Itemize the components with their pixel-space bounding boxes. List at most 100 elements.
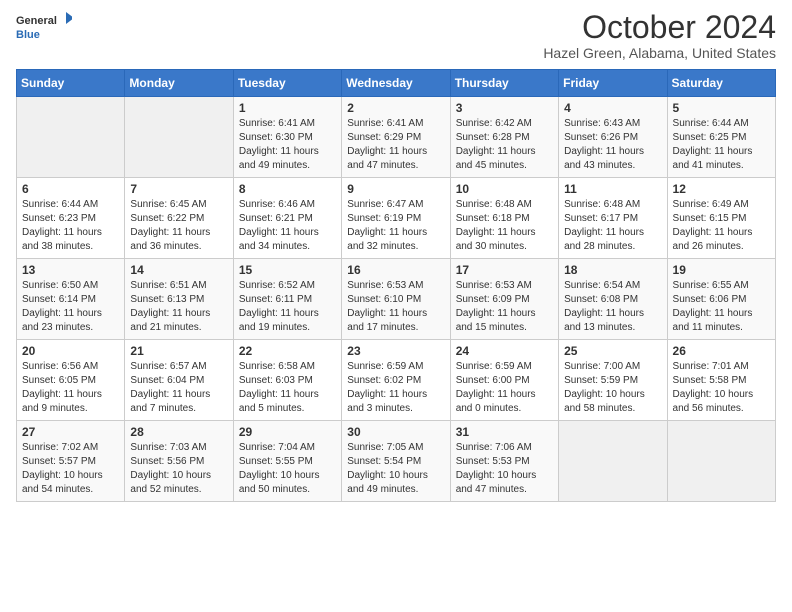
cell-line: Sunrise: 6:47 AM xyxy=(347,198,444,212)
cell-line: Daylight: 11 hours and 13 minutes. xyxy=(564,307,661,335)
col-sunday: Sunday xyxy=(17,70,125,97)
cell-line: Sunrise: 6:53 AM xyxy=(456,279,553,293)
calendar-cell: 24Sunrise: 6:59 AMSunset: 6:00 PMDayligh… xyxy=(450,340,558,421)
cell-line: Sunset: 5:54 PM xyxy=(347,455,444,469)
cell-line: Sunrise: 6:56 AM xyxy=(22,360,119,374)
cell-line: Sunset: 6:03 PM xyxy=(239,374,336,388)
day-number: 2 xyxy=(347,101,444,115)
cell-line: Daylight: 10 hours and 56 minutes. xyxy=(673,388,770,416)
col-friday: Friday xyxy=(559,70,667,97)
main-title: October 2024 xyxy=(543,10,776,45)
calendar-header-row: Sunday Monday Tuesday Wednesday Thursday… xyxy=(17,70,776,97)
cell-line: Sunrise: 6:48 AM xyxy=(564,198,661,212)
day-number: 20 xyxy=(22,344,119,358)
cell-line: Sunset: 5:59 PM xyxy=(564,374,661,388)
calendar-cell: 30Sunrise: 7:05 AMSunset: 5:54 PMDayligh… xyxy=(342,421,450,502)
day-number: 30 xyxy=(347,425,444,439)
cell-line: Sunset: 5:55 PM xyxy=(239,455,336,469)
cell-line: Daylight: 11 hours and 9 minutes. xyxy=(22,388,119,416)
day-number: 16 xyxy=(347,263,444,277)
cell-line: Daylight: 11 hours and 19 minutes. xyxy=(239,307,336,335)
day-number: 15 xyxy=(239,263,336,277)
day-number: 14 xyxy=(130,263,227,277)
day-number: 1 xyxy=(239,101,336,115)
cell-line: Sunset: 6:22 PM xyxy=(130,212,227,226)
cell-line: Daylight: 11 hours and 11 minutes. xyxy=(673,307,770,335)
day-number: 27 xyxy=(22,425,119,439)
cell-line: Sunset: 5:58 PM xyxy=(673,374,770,388)
cell-line: Sunset: 6:11 PM xyxy=(239,293,336,307)
cell-line: Sunset: 6:09 PM xyxy=(456,293,553,307)
logo-svg: General Blue xyxy=(16,10,72,46)
svg-text:Blue: Blue xyxy=(16,29,40,41)
cell-line: Daylight: 11 hours and 34 minutes. xyxy=(239,226,336,254)
calendar-week-3: 13Sunrise: 6:50 AMSunset: 6:14 PMDayligh… xyxy=(17,259,776,340)
day-number: 13 xyxy=(22,263,119,277)
day-number: 25 xyxy=(564,344,661,358)
day-number: 12 xyxy=(673,182,770,196)
cell-line: Daylight: 10 hours and 47 minutes. xyxy=(456,469,553,497)
cell-line: Daylight: 11 hours and 32 minutes. xyxy=(347,226,444,254)
day-number: 11 xyxy=(564,182,661,196)
cell-line: Daylight: 10 hours and 52 minutes. xyxy=(130,469,227,497)
day-number: 26 xyxy=(673,344,770,358)
day-number: 22 xyxy=(239,344,336,358)
calendar-week-4: 20Sunrise: 6:56 AMSunset: 6:05 PMDayligh… xyxy=(17,340,776,421)
cell-line: Daylight: 11 hours and 28 minutes. xyxy=(564,226,661,254)
cell-line: Daylight: 11 hours and 30 minutes. xyxy=(456,226,553,254)
cell-line: Sunrise: 6:52 AM xyxy=(239,279,336,293)
calendar-cell: 13Sunrise: 6:50 AMSunset: 6:14 PMDayligh… xyxy=(17,259,125,340)
cell-line: Daylight: 11 hours and 41 minutes. xyxy=(673,145,770,173)
day-number: 5 xyxy=(673,101,770,115)
cell-line: Daylight: 11 hours and 21 minutes. xyxy=(130,307,227,335)
cell-line: Sunset: 6:23 PM xyxy=(22,212,119,226)
cell-line: Sunrise: 6:57 AM xyxy=(130,360,227,374)
cell-line: Sunrise: 6:43 AM xyxy=(564,117,661,131)
calendar-cell: 6Sunrise: 6:44 AMSunset: 6:23 PMDaylight… xyxy=(17,178,125,259)
cell-line: Sunset: 6:19 PM xyxy=(347,212,444,226)
cell-line: Daylight: 11 hours and 3 minutes. xyxy=(347,388,444,416)
calendar-cell xyxy=(559,421,667,502)
cell-line: Sunrise: 7:02 AM xyxy=(22,441,119,455)
cell-line: Sunrise: 7:05 AM xyxy=(347,441,444,455)
subtitle: Hazel Green, Alabama, United States xyxy=(543,45,776,61)
col-wednesday: Wednesday xyxy=(342,70,450,97)
calendar-cell: 28Sunrise: 7:03 AMSunset: 5:56 PMDayligh… xyxy=(125,421,233,502)
day-number: 10 xyxy=(456,182,553,196)
calendar-cell xyxy=(17,97,125,178)
cell-line: Sunset: 6:30 PM xyxy=(239,131,336,145)
calendar-cell: 27Sunrise: 7:02 AMSunset: 5:57 PMDayligh… xyxy=(17,421,125,502)
calendar-cell: 17Sunrise: 6:53 AMSunset: 6:09 PMDayligh… xyxy=(450,259,558,340)
calendar-cell: 10Sunrise: 6:48 AMSunset: 6:18 PMDayligh… xyxy=(450,178,558,259)
calendar-cell: 11Sunrise: 6:48 AMSunset: 6:17 PMDayligh… xyxy=(559,178,667,259)
cell-line: Daylight: 11 hours and 0 minutes. xyxy=(456,388,553,416)
cell-line: Daylight: 11 hours and 43 minutes. xyxy=(564,145,661,173)
day-number: 31 xyxy=(456,425,553,439)
cell-line: Sunrise: 7:03 AM xyxy=(130,441,227,455)
logo: General Blue xyxy=(16,10,72,46)
cell-line: Sunrise: 7:06 AM xyxy=(456,441,553,455)
title-block: October 2024 Hazel Green, Alabama, Unite… xyxy=(543,10,776,61)
cell-line: Sunset: 6:25 PM xyxy=(673,131,770,145)
calendar-cell: 19Sunrise: 6:55 AMSunset: 6:06 PMDayligh… xyxy=(667,259,775,340)
cell-line: Sunset: 6:06 PM xyxy=(673,293,770,307)
cell-line: Sunrise: 6:59 AM xyxy=(456,360,553,374)
calendar-cell: 22Sunrise: 6:58 AMSunset: 6:03 PMDayligh… xyxy=(233,340,341,421)
day-number: 28 xyxy=(130,425,227,439)
cell-line: Sunrise: 6:44 AM xyxy=(22,198,119,212)
calendar-cell: 7Sunrise: 6:45 AMSunset: 6:22 PMDaylight… xyxy=(125,178,233,259)
cell-line: Sunset: 6:02 PM xyxy=(347,374,444,388)
cell-line: Sunrise: 6:41 AM xyxy=(347,117,444,131)
cell-line: Sunset: 6:15 PM xyxy=(673,212,770,226)
calendar-cell: 31Sunrise: 7:06 AMSunset: 5:53 PMDayligh… xyxy=(450,421,558,502)
cell-line: Sunset: 6:21 PM xyxy=(239,212,336,226)
cell-line: Sunrise: 6:48 AM xyxy=(456,198,553,212)
cell-line: Daylight: 11 hours and 15 minutes. xyxy=(456,307,553,335)
header: General Blue October 2024 Hazel Green, A… xyxy=(16,10,776,61)
day-number: 21 xyxy=(130,344,227,358)
calendar-cell: 25Sunrise: 7:00 AMSunset: 5:59 PMDayligh… xyxy=(559,340,667,421)
cell-line: Sunrise: 6:41 AM xyxy=(239,117,336,131)
calendar-cell: 1Sunrise: 6:41 AMSunset: 6:30 PMDaylight… xyxy=(233,97,341,178)
calendar-cell: 26Sunrise: 7:01 AMSunset: 5:58 PMDayligh… xyxy=(667,340,775,421)
cell-line: Sunrise: 6:51 AM xyxy=(130,279,227,293)
